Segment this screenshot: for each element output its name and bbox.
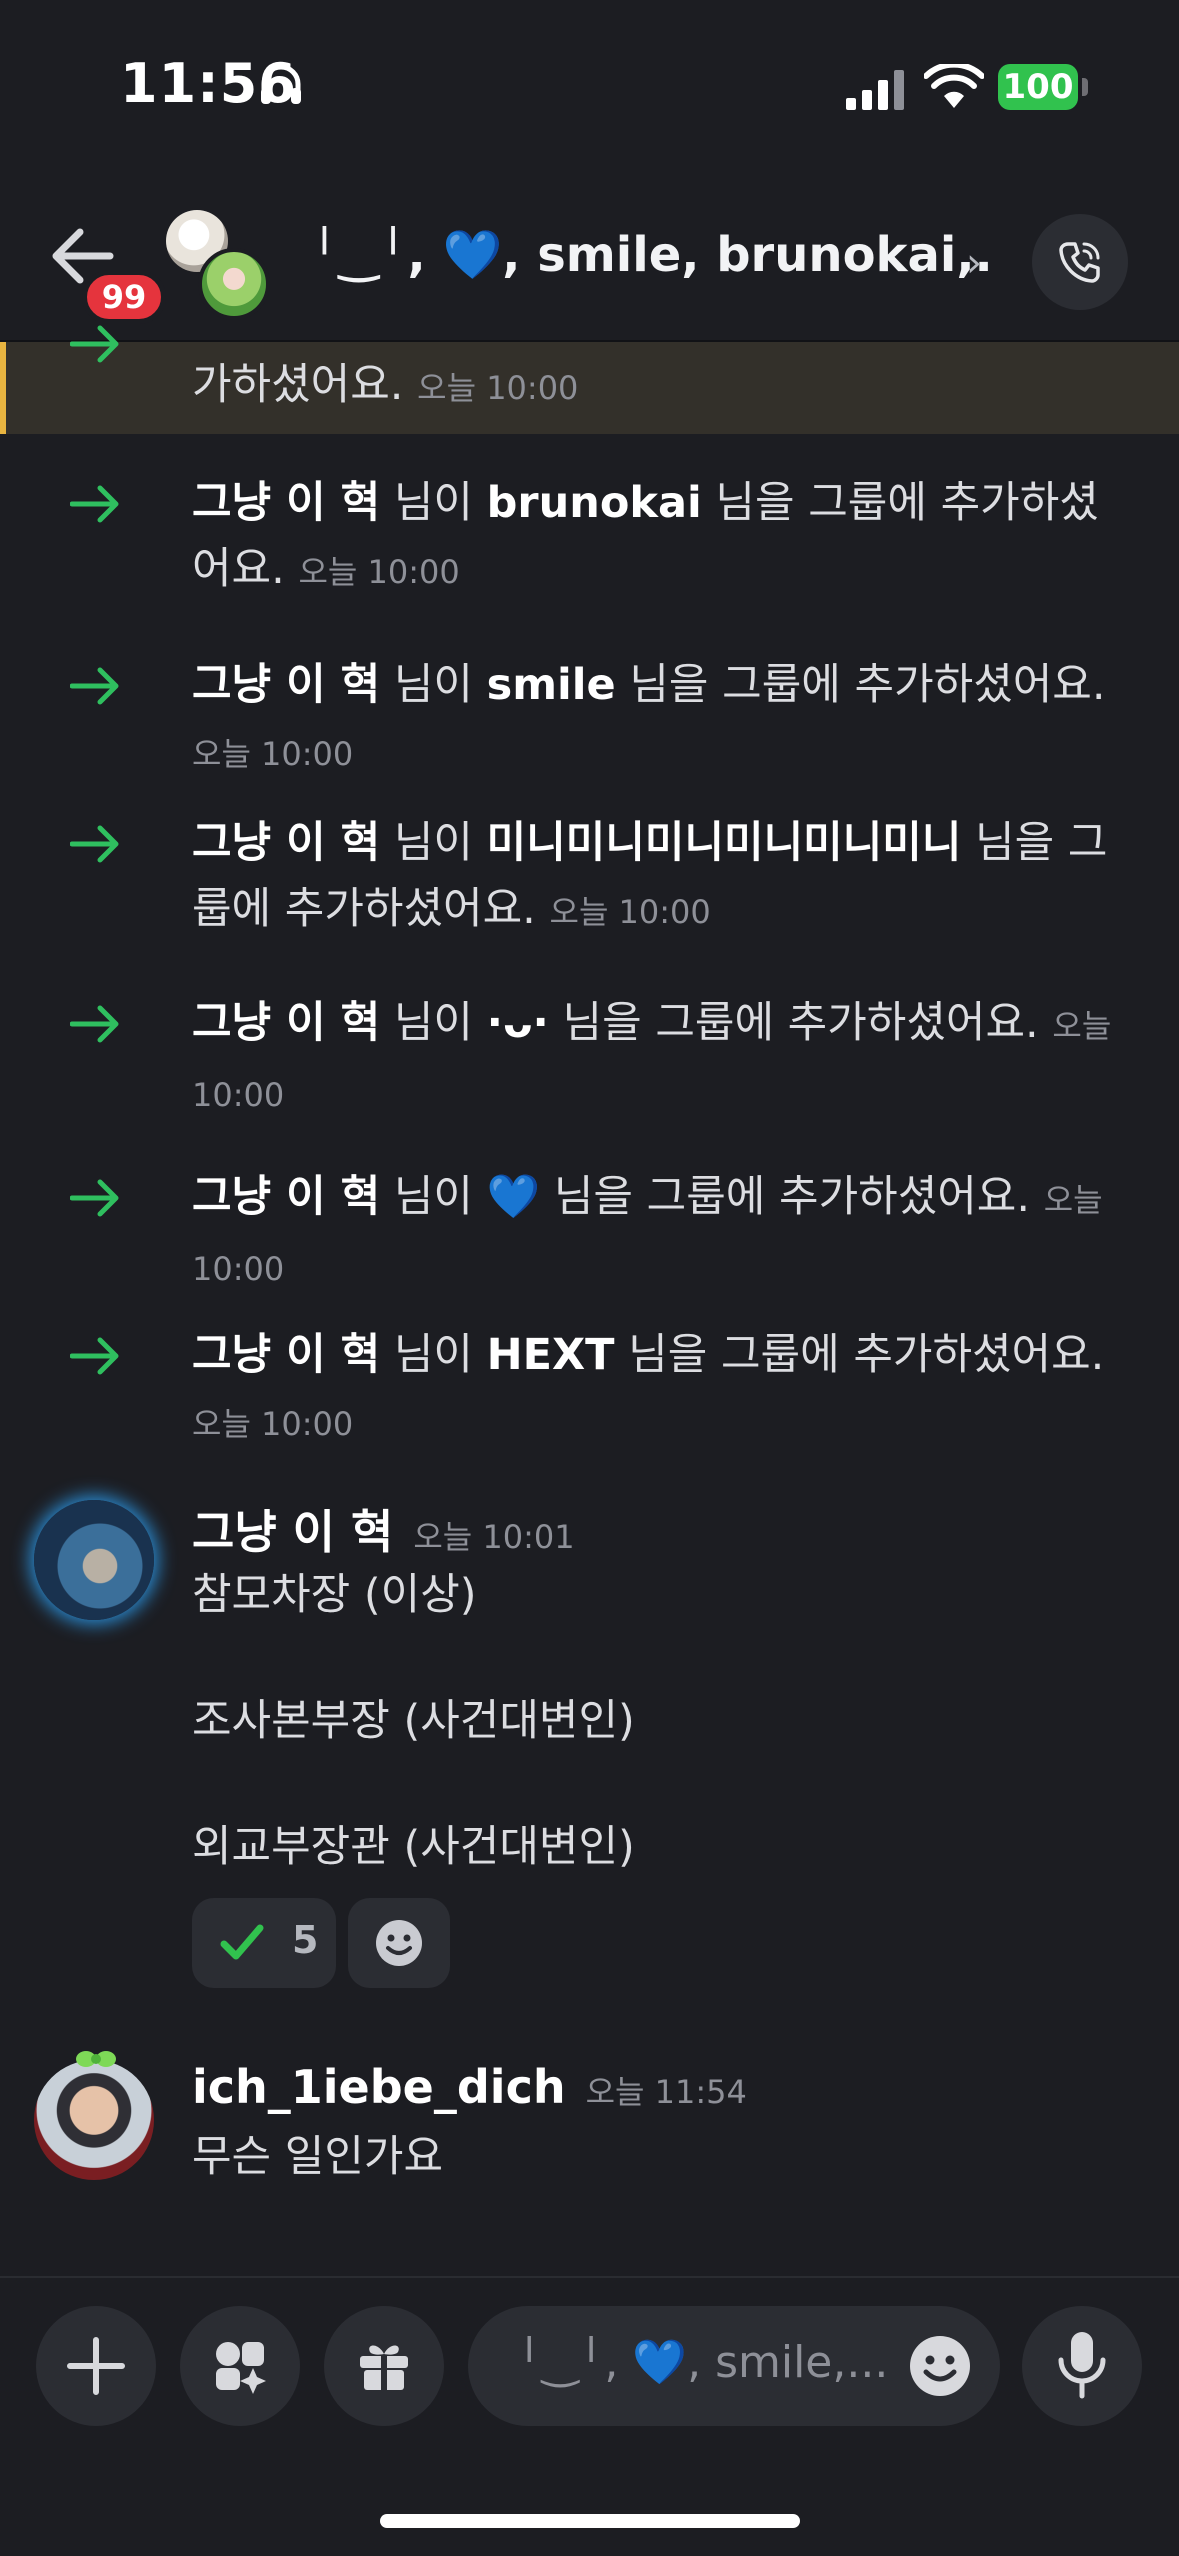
home-indicator (380, 2514, 800, 2528)
highlighted-system-message[interactable]: 가하셨어요. 오늘 10:00 (0, 325, 1179, 434)
battery-indicator: 100 (998, 64, 1078, 110)
system-message-text: 그냥 이 혁 님이 brunokai 님을 그룹에 추가하셨어요. 오늘 10:… (192, 478, 1099, 594)
author-name[interactable]: 그냥 이 혁 (192, 1505, 393, 1559)
smiley-icon (376, 1920, 422, 1966)
join-arrow-icon (70, 667, 119, 705)
headphones-icon (261, 64, 301, 104)
actor-name: 그냥 이 혁 (192, 478, 381, 528)
battery-tip (1082, 78, 1088, 96)
wifi-icon (924, 64, 984, 108)
system-message-text: 가하셨어요. 오늘 10:00 (192, 352, 1122, 421)
join-arrow-icon (70, 325, 119, 363)
channel-title[interactable]: ╵‿╵, 💙, smile, brunokai,... (310, 226, 990, 283)
added-user-name: smile (486, 660, 616, 710)
emoji-picker-icon[interactable] (908, 2334, 972, 2398)
added-user-name: 미니미니미니미니미니미니 (486, 818, 962, 868)
gift-button[interactable] (324, 2306, 444, 2426)
voice-call-button[interactable] (1032, 214, 1128, 310)
cellular-signal-icon (846, 70, 904, 110)
added-user-name: ·ᴗ· (486, 998, 549, 1048)
user-avatar[interactable] (34, 2060, 154, 2180)
added-user-name: HEXT (486, 1330, 615, 1380)
system-message-text: 그냥 이 혁 님이 미니미니미니미니미니미니 님을 그룹에 추가하셨어요. 오늘… (192, 818, 1108, 934)
avatar-decoration-bow-icon (76, 2051, 116, 2067)
message-line: 참모차장 (이상) (192, 1570, 477, 1620)
timestamp: 오늘 10:00 (549, 893, 711, 931)
system-message-text: 그냥 이 혁 님이 ·ᴗ· 님을 그룹에 추가하셨어요. 오늘 10:00 (192, 998, 1112, 1114)
join-arrow-icon (70, 1337, 119, 1375)
system-message-body: 가하셨어요. (192, 360, 404, 410)
timestamp: 오늘 10:00 (298, 553, 460, 591)
system-message-text: 그냥 이 혁 님이 💙 님을 그룹에 추가하셨어요. 오늘 10:00 (192, 1172, 1103, 1288)
timestamp: 오늘 10:01 (413, 1518, 575, 1556)
timestamp: 오늘 10:00 (192, 735, 354, 773)
system-message-text: 그냥 이 혁 님이 HEXT 님을 그룹에 추가하셨어요. 오늘 10:00 (192, 1330, 1105, 1443)
timestamp: 오늘 10:00 (192, 1405, 354, 1443)
channel-header: 99 ╵‿╵, 💙, smile, brunokai,... › (0, 170, 1179, 342)
plus-icon (67, 2337, 125, 2395)
message-line: 외교부장관 (사건대변인) (192, 1822, 635, 1872)
message-line: 무슨 일인가요 (192, 2132, 444, 2182)
join-arrow-icon (70, 825, 119, 863)
message-input-placeholder: ╵‿╵, 💙, smile,... (516, 2337, 889, 2388)
microphone-icon (1058, 2332, 1106, 2399)
timestamp: 오늘 11:54 (585, 2073, 747, 2111)
gift-icon (360, 2345, 408, 2392)
system-message-text: 그냥 이 혁 님이 smile 님을 그룹에 추가하셨어요. 오늘 10:00 (192, 660, 1106, 773)
chevron-right-icon: › (966, 240, 982, 286)
timestamp: 오늘 10:00 (417, 369, 579, 407)
message-input[interactable]: ╵‿╵, 💙, smile,... (468, 2306, 1000, 2426)
author-name[interactable]: ich_1iebe_dich (192, 2060, 566, 2114)
apps-button[interactable] (180, 2306, 300, 2426)
check-mark-icon (220, 1924, 264, 1960)
status-bar: 11:56 100 (0, 0, 1179, 170)
reaction-chip[interactable]: 5 (192, 1898, 336, 1988)
attach-button[interactable] (36, 2306, 156, 2426)
voice-message-button[interactable] (1022, 2306, 1142, 2426)
group-avatar-2 (198, 248, 270, 320)
join-arrow-icon (70, 1005, 119, 1043)
add-reaction-button[interactable] (348, 1898, 450, 1988)
actor-name: 그냥 이 혁 (192, 818, 381, 868)
actor-name: 그냥 이 혁 (192, 1330, 381, 1380)
composer-divider (0, 2276, 1179, 2278)
user-avatar[interactable] (34, 1500, 154, 1620)
reaction-count: 5 (292, 1918, 319, 1962)
unread-badge: 99 (82, 270, 166, 324)
added-user-name: 💙 (486, 1172, 541, 1222)
actor-name: 그냥 이 혁 (192, 1172, 381, 1222)
join-arrow-icon (70, 1179, 119, 1217)
join-arrow-icon (70, 485, 119, 523)
actor-name: 그냥 이 혁 (192, 998, 381, 1048)
message-line: 조사본부장 (사건대변인) (192, 1696, 635, 1746)
added-user-name: brunokai (486, 478, 702, 528)
actor-name: 그냥 이 혁 (192, 660, 381, 710)
phone-icon (1059, 242, 1100, 283)
apps-sparkle-icon (216, 2342, 266, 2394)
